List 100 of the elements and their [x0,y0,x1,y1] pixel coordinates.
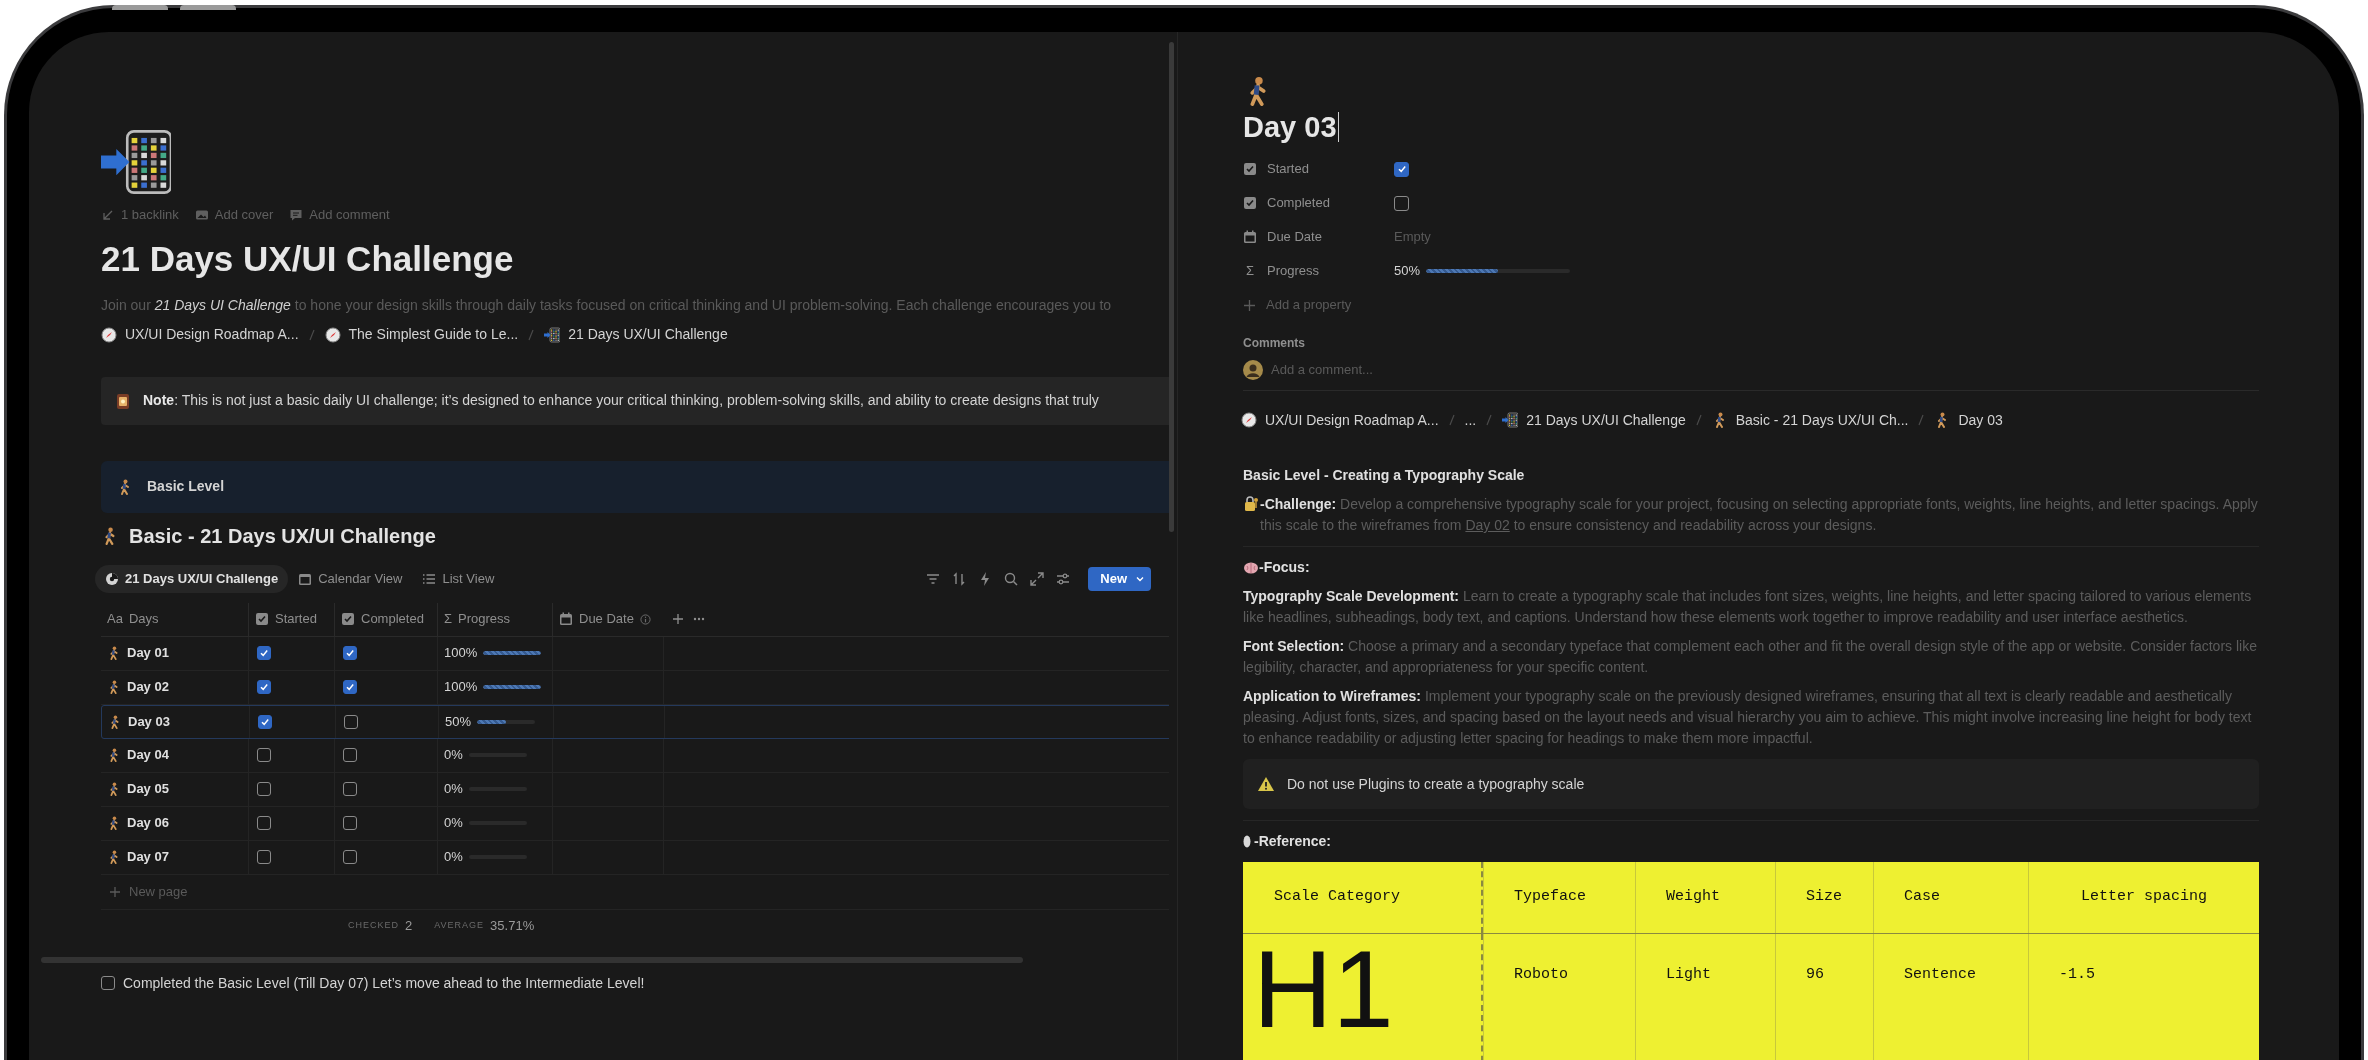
breadcrumb-link[interactable]: UX/UI Design Roadmap A... [1241,409,1439,431]
slash-separator [1918,414,1925,426]
checkbox[interactable] [257,782,271,796]
checkbox[interactable] [257,646,271,660]
checkbox[interactable] [343,782,357,796]
breadcrumb-link[interactable]: UX/UI Design Roadmap A... [101,324,299,345]
checkbox[interactable] [343,646,357,660]
slash-separator [1448,414,1455,426]
column-type-icon: Aa [107,609,123,629]
new-button[interactable]: New [1088,566,1151,591]
footer-label: AVERAGE [434,919,485,933]
focus-paragraph: Typography Scale Development: Learn to create a typography scale that includes font sizes, weights, line heights, and letter spacing tailored to various elements like headlines, subheadings, body text, and captions. Understand how these elements work together to improve readability and user interface aesthetics. [1243,587,2253,627]
table-row[interactable]: Day 05 0% [101,772,1169,807]
checkbox[interactable] [258,714,272,729]
checkbox[interactable] [343,748,357,762]
search-icon [1003,570,1020,587]
day-name[interactable]: Day 06 [127,813,169,833]
section-heading: Basic Level - Creating a Typography Scale [1243,466,1526,485]
checkbox[interactable] [101,976,115,990]
view-tab[interactable]: Calendar View [288,564,413,593]
plus-icon [672,613,684,625]
checkbox[interactable] [343,680,357,694]
phone-arrow-icon [101,127,171,197]
day-name[interactable]: Day 01 [127,643,169,663]
section-heading: -Focus: [1259,558,1310,577]
table-cell: H1 [1253,934,1394,1044]
checkbox-property-icon [255,612,269,626]
comment-field[interactable]: Add a comment... [1271,360,1671,380]
page-description: Join our 21 Days UI Challenge to hone your design skills through daily tasks focused on critical thinking and UI problem-solving. Each challenge encourages you to [101,295,1113,315]
plus-icon [109,885,121,898]
table-cell-text: Sentence [1904,965,1976,985]
day-name[interactable]: Day 04 [127,745,169,765]
column-label: Completed [361,610,424,629]
checkbox[interactable] [257,680,271,694]
calendar-icon [559,612,573,626]
checkbox[interactable] [257,850,271,864]
property-value: 50% [1394,262,1421,281]
compass-icon [101,326,117,343]
column-header[interactable]: Due Date [552,602,664,636]
checkbox[interactable] [343,850,357,864]
pie-chart-icon [105,571,119,586]
text-cursor [1337,112,1339,142]
breadcrumb-link[interactable]: Day 03 [1934,409,2003,431]
property-label: Started [1267,160,1309,179]
table-row[interactable]: Day 06 0% [101,806,1169,841]
breadcrumb-link[interactable]: The Simplest Guide to Le... [324,324,519,345]
page-title: 21 Days UX/UI Challenge [101,237,515,280]
column-header[interactable]: Σ Progress [437,602,552,636]
todo-text: Completed the Basic Level (Till Day 07) Let’s move ahead to the Intermediate Level! [123,973,645,993]
property-label: Progress [1267,262,1320,281]
checkbox[interactable] [343,816,357,830]
calendar-icon [1243,230,1257,244]
column-header[interactable]: Completed [334,602,437,636]
lock-key-icon [1243,496,1259,512]
phone-arrow-icon [1502,412,1519,428]
progress-value: 0% [444,780,463,799]
checkbox-property-icon [341,612,355,626]
calendar-icon [298,571,313,586]
table-row[interactable]: Day 07 0% [101,840,1169,875]
table-row[interactable]: Day 03 50% [101,704,1169,739]
horizontal-scrollbar[interactable] [41,956,1023,963]
table-row[interactable]: Day 01 100% [101,636,1169,671]
checkbox[interactable] [257,816,271,830]
slash-separator [528,328,535,341]
page-title: Day 03 [1243,110,1337,145]
day-name[interactable]: Day 03 [128,711,170,732]
scrollbar[interactable] [1169,42,1174,532]
checkmark-icon [345,648,355,658]
column-header: Typeface [1483,862,1635,933]
brain-icon [1243,560,1259,575]
column-type-icon: Σ [444,609,453,629]
column-header[interactable]: Started [248,602,334,636]
table-row[interactable]: Day 02 100% [101,670,1169,705]
slash-separator [1695,414,1702,426]
checkbox[interactable] [1394,195,1409,211]
breadcrumb-link[interactable]: ... [1464,409,1477,431]
toggle-heading[interactable]: Basic Level [101,460,1169,513]
section-heading: -Reference: [1254,832,1332,851]
checkmark-icon [260,716,270,727]
column-label: Due Date [579,610,634,629]
checkmark-icon [259,648,269,658]
column-header: Letter spacing [2028,862,2259,933]
view-tab[interactable]: List View [412,564,505,593]
property-type-icon: Σ [1243,261,1257,281]
column-label: Started [275,610,317,629]
day-name[interactable]: Day 05 [127,779,169,799]
footer-value: 2 [405,917,413,936]
view-tab[interactable]: 21 Days UX/UI Challenge [95,564,289,593]
day-name[interactable]: Day 02 [127,677,169,697]
lantern-icon [115,391,131,410]
checkbox[interactable] [344,714,358,729]
checkbox[interactable] [1394,161,1409,177]
checkbox[interactable] [257,748,271,762]
day-name[interactable]: Day 07 [127,847,169,867]
progress-value: 0% [444,814,463,833]
breadcrumb-link[interactable]: 21 Days UX/UI Challenge [544,324,728,345]
breadcrumb-link[interactable]: Basic - 21 Days UX/UI Ch... [1711,409,1909,431]
table-row[interactable]: Day 04 0% [101,738,1169,773]
breadcrumb-link[interactable]: 21 Days UX/UI Challenge [1502,409,1686,431]
column-header[interactable]: Aa Days [101,602,248,636]
